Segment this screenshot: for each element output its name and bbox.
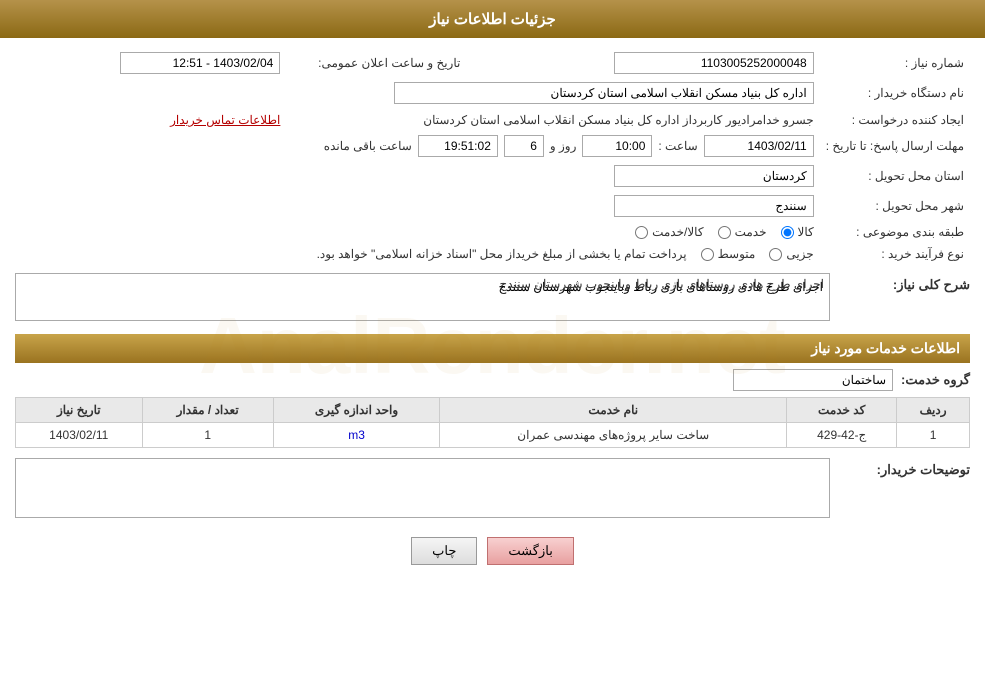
city-input	[614, 195, 814, 217]
services-section-title: اطلاعات خدمات مورد نیاز	[15, 334, 970, 363]
col-header-row: ردیف	[897, 398, 970, 423]
announcement-datetime-input	[120, 52, 280, 74]
category-cell: کالا خدمت کالا/خدمت	[15, 221, 820, 243]
city-cell	[15, 191, 820, 221]
province-input	[614, 165, 814, 187]
buttons-row: بازگشت چاپ	[15, 537, 970, 565]
reference-number-label: شماره نیاز :	[820, 48, 970, 78]
purchase-type-cell: جزیی متوسط پرداخت تمام یا بخشی از مبلغ خ…	[15, 243, 820, 265]
header-title: جزئیات اطلاعات نیاز	[429, 11, 556, 28]
info-table: شماره نیاز : تاریخ و ساعت اعلان عمومی: ن…	[15, 48, 970, 265]
response-deadline-label: مهلت ارسال پاسخ: تا تاریخ :	[820, 131, 970, 161]
contact-link[interactable]: اطلاعات تماس خریدار	[170, 113, 280, 127]
purchase-type-label: نوع فرآیند خرید :	[820, 243, 970, 265]
purchase-type-motavasset[interactable]: متوسط	[701, 247, 756, 261]
service-group-row: گروه خدمت:	[15, 369, 970, 391]
buyer-desc-content	[15, 458, 830, 521]
cell-qty: 1	[142, 423, 273, 448]
category-khedmat-option[interactable]: خدمت	[718, 225, 767, 239]
response-remaining-input	[418, 135, 498, 157]
cell-name: ساخت سایر پروژه‌های مهندسی عمران	[440, 423, 787, 448]
response-time-input	[582, 135, 652, 157]
city-label: شهر محل تحویل :	[820, 191, 970, 221]
col-header-qty: تعداد / مقدار	[142, 398, 273, 423]
page-header: جزئیات اطلاعات نیاز	[0, 0, 985, 38]
announcement-datetime-label: تاریخ و ساعت اعلان عمومی:	[286, 48, 466, 78]
response-deadline-cell: ساعت : روز و ساعت باقی مانده	[15, 131, 820, 161]
announcement-datetime-cell	[15, 48, 286, 78]
col-header-date: تاریخ نیاز	[16, 398, 143, 423]
buyer-desc-row: توضیحات خریدار:	[15, 458, 970, 521]
print-button[interactable]: چاپ	[411, 537, 477, 565]
created-by-value: جسرو خدامرادیور کاربرداز اداره کل بنیاد …	[423, 113, 813, 127]
response-remaining-label: ساعت باقی مانده	[324, 139, 412, 153]
col-header-code: کد خدمت	[787, 398, 897, 423]
category-kala-option[interactable]: کالا	[781, 225, 814, 239]
response-time-label: ساعت :	[658, 139, 697, 153]
cell-date: 1403/02/11	[16, 423, 143, 448]
buyer-org-cell	[15, 78, 820, 108]
province-label: استان محل تحویل :	[820, 161, 970, 191]
col-header-name: نام خدمت	[440, 398, 787, 423]
response-date-input	[704, 135, 814, 157]
general-desc-textarea[interactable]	[15, 273, 830, 321]
category-label: طبقه بندی موضوعی :	[820, 221, 970, 243]
province-cell	[15, 161, 820, 191]
buyer-desc-label: توضیحات خریدار:	[840, 458, 970, 478]
reference-number-cell	[485, 48, 819, 78]
buyer-org-label: نام دستگاه خریدار :	[820, 78, 970, 108]
created-by-cell: جسرو خدامرادیور کاربرداز اداره کل بنیاد …	[286, 108, 819, 131]
general-desc-row: شرح کلی نیاز: اجرای طرح هادی روستاهای با…	[15, 273, 970, 324]
purchase-type-jozee[interactable]: جزیی	[769, 247, 813, 261]
cell-row: 1	[897, 423, 970, 448]
cell-code: ج-42-429	[787, 423, 897, 448]
buyer-desc-textarea[interactable]	[15, 458, 830, 518]
response-days-label: روز و	[550, 139, 577, 153]
contact-link-cell[interactable]: اطلاعات تماس خریدار	[15, 108, 286, 131]
main-content: شماره نیاز : تاریخ و ساعت اعلان عمومی: ن…	[0, 38, 985, 575]
cell-unit: m3	[273, 423, 439, 448]
table-row: 1 ج-42-429 ساخت سایر پروژه‌های مهندسی عم…	[16, 423, 970, 448]
purchase-notice: پرداخت تمام یا بخشی از مبلغ خریداز محل "…	[317, 247, 687, 261]
general-desc-label: شرح کلی نیاز:	[840, 273, 970, 293]
page-wrapper: جزئیات اطلاعات نیاز شماره نیاز : تاریخ و…	[0, 0, 985, 691]
service-group-input	[733, 369, 893, 391]
general-desc-content: اجرای طرح هادی روستاهای بازی رباط وباینج…	[15, 273, 830, 324]
service-group-label: گروه خدمت:	[901, 372, 970, 388]
category-kala-khedmat-option[interactable]: کالا/خدمت	[635, 225, 703, 239]
services-table: ردیف کد خدمت نام خدمت واحد اندازه گیری ت…	[15, 397, 970, 448]
buyer-org-input	[394, 82, 814, 104]
back-button[interactable]: بازگشت	[487, 537, 573, 565]
col-header-unit: واحد اندازه گیری	[273, 398, 439, 423]
response-days-input	[504, 135, 544, 157]
reference-number-input	[614, 52, 814, 74]
created-by-label: ایجاد کننده درخواست :	[820, 108, 970, 131]
